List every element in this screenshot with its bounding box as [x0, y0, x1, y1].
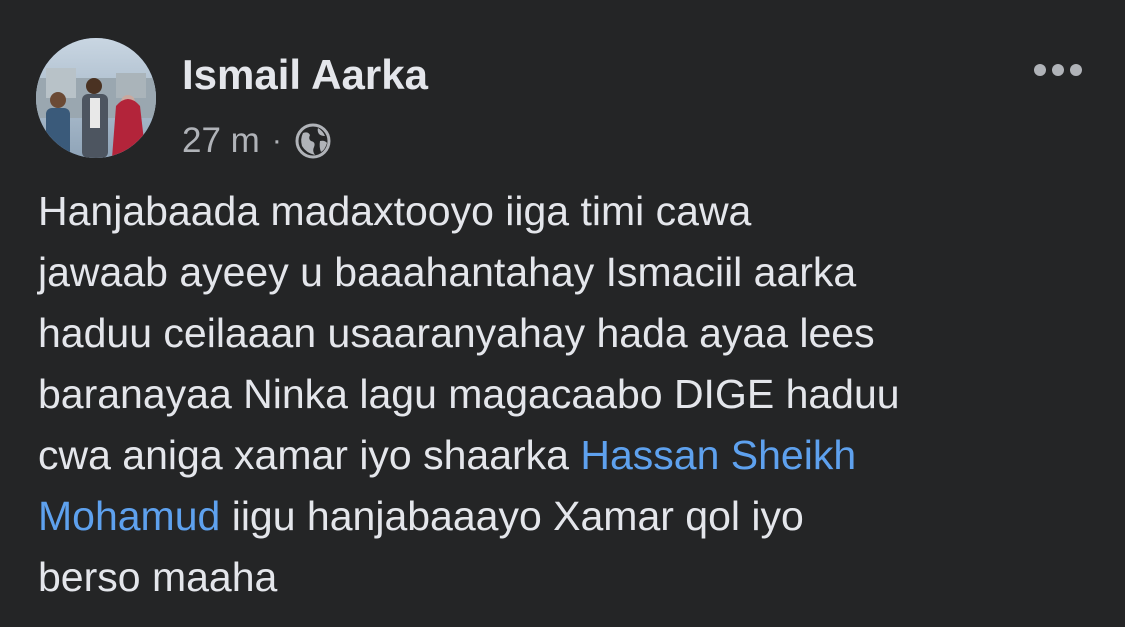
post-meta: 27 m · [182, 119, 332, 163]
globe-icon[interactable] [294, 122, 332, 160]
more-horizontal-icon [1034, 64, 1046, 76]
post-text-line: cwa aniga xamar iyo shaarka Hassan Sheik… [38, 425, 1098, 486]
post-text-segment: iigu hanjabaaayo Xamar qol iyo [220, 493, 804, 539]
post-text-line: Mohamud iigu hanjabaaayo Xamar qol iyo [38, 486, 1098, 547]
post-card: Ismail Aarka 27 m · Hanjabaada madaxtooy… [0, 0, 1125, 627]
mention-link[interactable]: Hassan Sheikh [580, 432, 856, 478]
post-text-line: berso maaha [38, 547, 1098, 608]
more-horizontal-icon [1070, 64, 1082, 76]
post-text-segment: haduu ceilaaan usaaranyahay hada ayaa le… [38, 310, 875, 356]
meta-separator: · [271, 124, 282, 157]
more-horizontal-icon [1052, 64, 1064, 76]
post-text-segment: berso maaha [38, 554, 278, 600]
author-name[interactable]: Ismail Aarka [182, 50, 428, 100]
post-text: Hanjabaada madaxtooyo iiga timi cawa jawa… [38, 181, 1098, 608]
post-text-line: jawaab ayeey u baaahantahay Ismaciil aar… [38, 242, 1098, 303]
more-options-button[interactable] [1026, 50, 1090, 90]
post-text-line: haduu ceilaaan usaaranyahay hada ayaa le… [38, 303, 1098, 364]
post-text-line: baranayaa Ninka lagu magacaabo DIGE hadu… [38, 364, 1098, 425]
post-text-segment: Hanjabaada madaxtooyo iiga timi cawa [38, 188, 752, 234]
post-text-segment: jawaab ayeey u baaahantahay Ismaciil aar… [38, 249, 857, 295]
avatar[interactable] [36, 38, 156, 158]
post-timestamp[interactable]: 27 m [182, 121, 260, 161]
post-text-segment: baranayaa Ninka lagu magacaabo DIGE hadu… [38, 371, 900, 417]
post-text-segment: cwa aniga xamar iyo shaarka [38, 432, 581, 478]
mention-link[interactable]: Mohamud [38, 493, 220, 539]
post-text-line: Hanjabaada madaxtooyo iiga timi cawa [38, 181, 1098, 242]
avatar-photo [36, 38, 156, 158]
